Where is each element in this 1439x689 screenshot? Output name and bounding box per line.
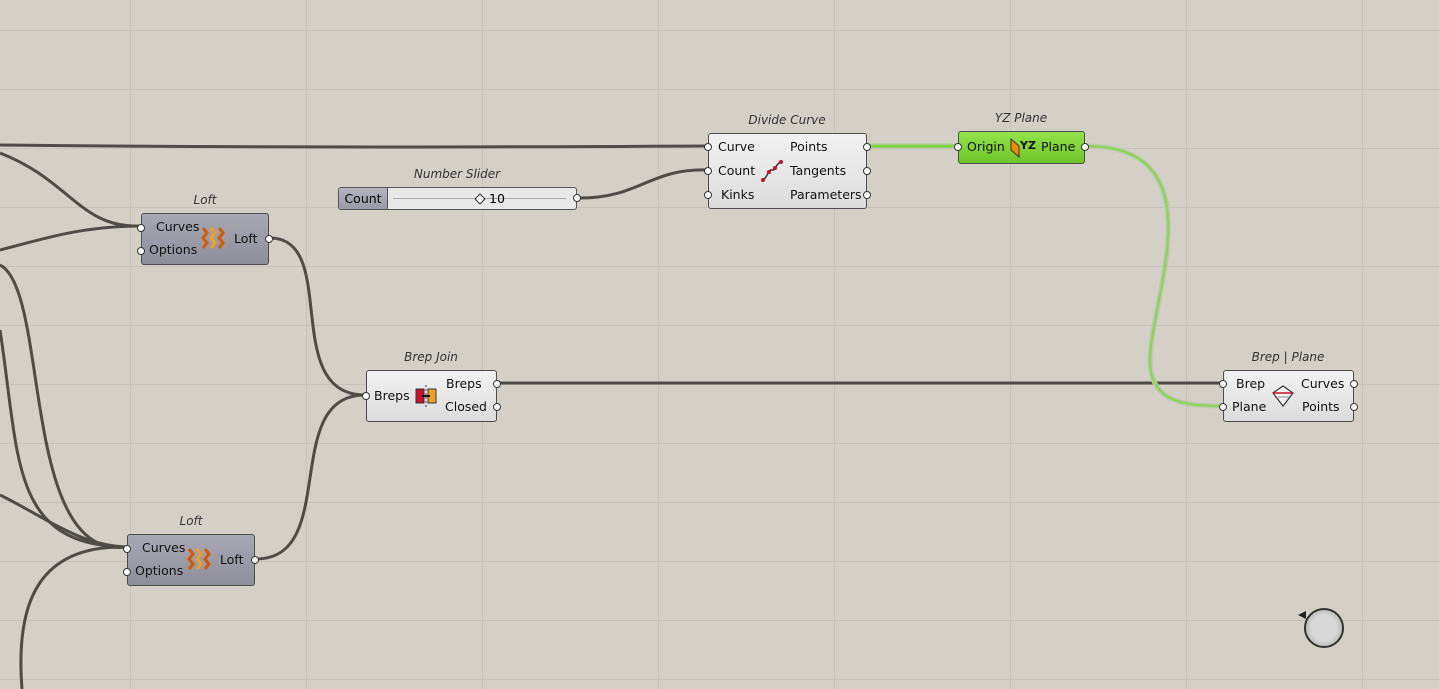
loft-bottom-title: Loft [179,514,203,528]
divide-curve-icon [761,160,783,182]
loft-icon [201,227,225,249]
divide-curve-grip-kinks[interactable] [704,191,712,199]
loft-bottom-grip-loft[interactable] [251,556,259,564]
wire-yz-plane-to-brep-plane[interactable] [1085,143,1223,409]
loft-top-grip-curves[interactable] [137,224,145,232]
divide-curve-input-count[interactable]: Count [718,164,755,178]
brep-plane-output-curves[interactable]: Curves [1301,377,1344,391]
wire-loft-top-to-brep-join[interactable] [269,236,366,397]
loft-bottom-grip-curves[interactable] [123,545,131,553]
yz-plane-input-origin[interactable]: Origin [967,140,1005,154]
brep-join-grip-breps[interactable] [493,380,501,388]
brep-join-component[interactable]: Breps Breps Closed [362,370,501,422]
brep-plane-title: Brep | Plane [1251,350,1325,364]
wire-to-loft-top-curves-b[interactable] [0,224,141,252]
loft-top-title: Loft [193,193,217,207]
divide-curve-grip-tangents[interactable] [863,167,871,175]
yz-plane-output-plane[interactable]: Plane [1041,140,1075,154]
loft-bottom-input-options[interactable]: Options [135,564,183,578]
brep-plane-grip-plane[interactable] [1219,403,1227,411]
divide-curve-input-kinks[interactable]: Kinks [721,188,754,202]
divide-curve-grip-curve[interactable] [704,143,712,151]
loft-bottom-input-curves[interactable]: Curves [142,541,185,555]
brep-join-output-closed[interactable]: Closed [445,400,487,414]
divide-curve-grip-points[interactable] [863,143,871,151]
number-slider-grip-output[interactable] [573,194,581,202]
yz-plane-grip-origin[interactable] [954,143,962,151]
number-slider[interactable]: Count 10 [338,187,581,210]
loft-top-input-options[interactable]: Options [149,243,197,257]
wire-to-loft-bottom-curves-d[interactable] [19,545,127,689]
brep-plane-grip-brep[interactable] [1219,380,1227,388]
loft-top-grip-options[interactable] [137,247,145,255]
grasshopper-canvas[interactable]: Loft Curves Options Loft Loft Curves Opt… [0,0,1439,689]
brep-join-grip-input[interactable] [362,392,370,400]
loft-icon [187,548,211,570]
wire-loft-bottom-to-brep-join[interactable] [255,393,366,561]
divide-curve-output-parameters[interactable]: Parameters [790,188,862,202]
brep-plane-input-brep[interactable]: Brep [1236,377,1265,391]
brep-plane-icon [1272,385,1294,407]
navigation-wheel-pointer-icon [1298,611,1306,619]
number-slider-knob[interactable] [474,193,486,205]
wire-slider-to-count[interactable] [579,168,709,200]
loft-top-component[interactable]: Curves Options Loft [137,213,273,265]
divide-curve-grip-count[interactable] [704,167,712,175]
divide-curve-input-curve[interactable]: Curve [718,140,755,154]
brep-plane-output-points[interactable]: Points [1302,400,1340,414]
brep-join-icon [415,385,437,407]
yz-plane-icon: YZ [1010,138,1036,158]
brep-join-output-breps[interactable]: Breps [446,377,482,391]
yz-plane-grip-plane[interactable] [1081,143,1089,151]
number-slider-value: 10 [489,191,505,206]
divide-curve-grip-parameters[interactable] [863,191,871,199]
yz-plane-badge: YZ [1020,139,1036,152]
loft-top-grip-loft[interactable] [265,235,273,243]
wire-to-divide-curve[interactable] [0,143,709,149]
wire-to-loft-bottom-curves-b[interactable] [0,329,127,549]
loft-top-output-loft[interactable]: Loft [234,232,257,246]
brep-plane-grip-points[interactable] [1350,403,1358,411]
divide-curve-output-points[interactable]: Points [790,140,828,154]
yz-plane-title: YZ Plane [994,111,1048,125]
brep-join-title: Brep Join [404,350,458,364]
brep-plane-component[interactable]: Brep Plane Curves Points [1219,370,1358,422]
divide-curve-output-tangents[interactable]: Tangents [790,164,846,178]
divide-curve-title: Divide Curve [748,113,826,127]
brep-join-input-breps[interactable]: Breps [374,389,410,403]
divide-curve-component[interactable]: Curve Count Kinks Points Tangents Parame… [704,133,871,209]
brep-plane-grip-curves[interactable] [1350,380,1358,388]
loft-bottom-grip-options[interactable] [123,568,131,576]
wire-to-loft-top-curves-a[interactable] [0,151,141,228]
loft-top-input-curves[interactable]: Curves [156,220,199,234]
number-slider-title: Number Slider [413,167,501,181]
number-slider-label: Count [339,188,388,209]
brep-plane-input-plane[interactable]: Plane [1232,400,1266,414]
brep-join-grip-closed[interactable] [493,403,501,411]
yz-plane-component[interactable]: Origin Plane YZ [954,131,1089,164]
loft-bottom-component[interactable]: Curves Options Loft [123,534,259,586]
loft-bottom-output-loft[interactable]: Loft [220,553,243,567]
